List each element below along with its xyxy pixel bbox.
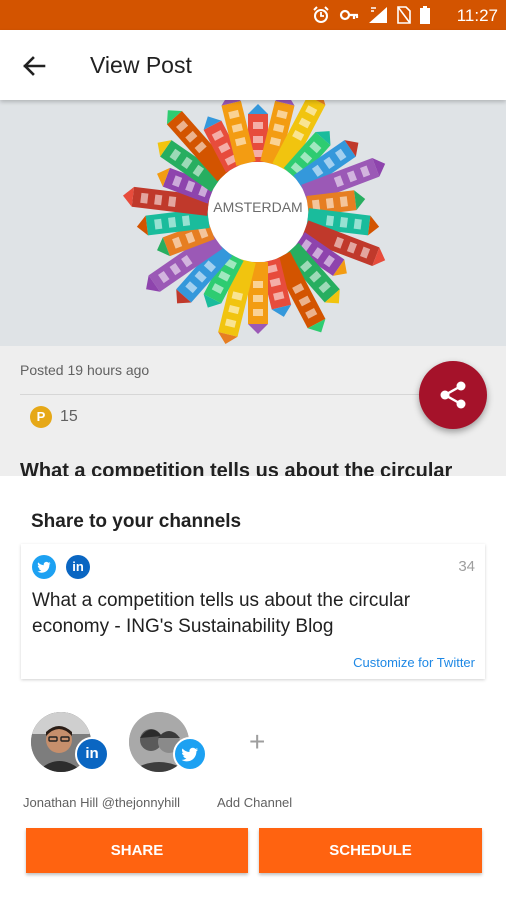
post-image[interactable]: AMSTERDAM xyxy=(0,100,506,346)
sheet-title: Share to your channels xyxy=(31,511,242,532)
schedule-button[interactable]: SCHEDULE xyxy=(259,828,482,873)
page-title: View Post xyxy=(90,52,192,78)
customize-for-twitter-link[interactable]: Customize for Twitter xyxy=(353,655,475,670)
hero-city-label: AMSTERDAM xyxy=(213,199,302,215)
status-time: 11:27 xyxy=(456,6,498,25)
points-count: 15 xyxy=(60,408,78,425)
add-channel-label[interactable]: Add Channel xyxy=(217,795,292,810)
signal-icon xyxy=(369,7,387,23)
battery-icon xyxy=(420,6,430,24)
account-names: Jonathan Hill @thejonnyhill xyxy=(23,795,181,810)
app-bar: View Post xyxy=(0,30,506,100)
add-channel-icon[interactable]: + xyxy=(249,728,265,756)
amsterdam-illustration: AMSTERDAM xyxy=(122,100,386,345)
points-icon: P xyxy=(30,406,52,428)
divider xyxy=(20,394,486,395)
share-fab-button[interactable] xyxy=(419,361,487,429)
no-sim-icon xyxy=(397,6,411,24)
character-count: 34 xyxy=(458,558,475,575)
post-preview-card[interactable]: in 34 What a competition tells us about … xyxy=(21,544,485,679)
share-icon xyxy=(440,381,466,409)
share-sheet: Share to your channels in 34 What a comp… xyxy=(0,476,506,900)
linkedin-icon: in xyxy=(66,555,90,579)
back-arrow-icon[interactable] xyxy=(18,50,50,82)
alarm-icon xyxy=(313,6,329,23)
share-message-text[interactable]: What a competition tells us about the ci… xyxy=(32,588,480,640)
status-bar: 11:27 xyxy=(0,0,506,30)
linkedin-badge-icon: in xyxy=(75,737,109,771)
status-icons xyxy=(312,6,430,24)
twitter-icon xyxy=(32,555,56,579)
twitter-badge-icon xyxy=(173,737,207,771)
posted-time: Posted 19 hours ago xyxy=(20,362,150,378)
key-icon xyxy=(339,9,359,21)
share-button[interactable]: SHARE xyxy=(26,828,248,873)
